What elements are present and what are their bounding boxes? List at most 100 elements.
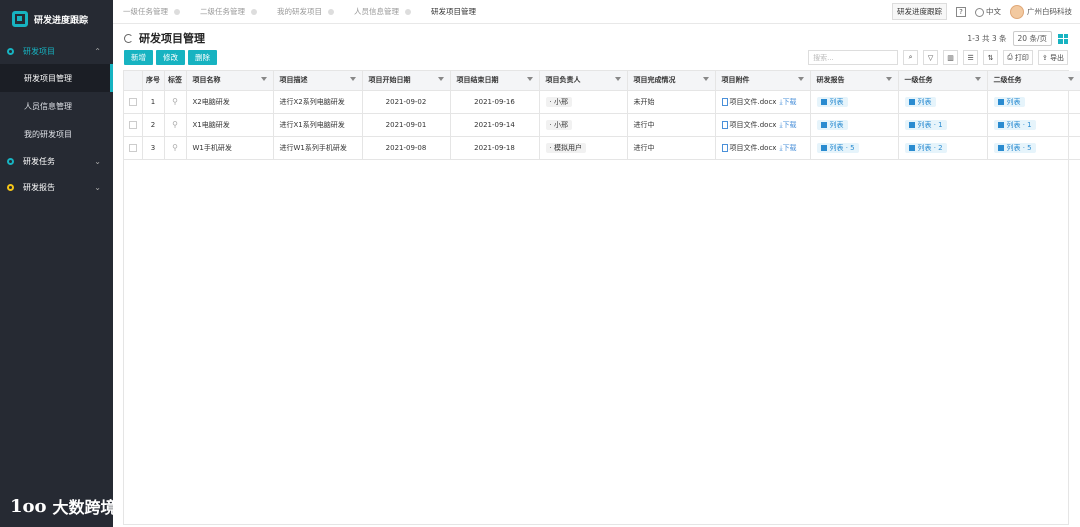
edit-button[interactable]: 修改: [156, 50, 185, 65]
tab-staff[interactable]: 人员信息管理: [344, 0, 421, 24]
row-tag[interactable]: ⚲: [164, 90, 187, 114]
print-label: 打印: [1014, 53, 1029, 62]
header-desc[interactable]: 项目描述: [273, 71, 363, 91]
owner-tag[interactable]: · 小邢: [545, 96, 572, 107]
chart-icon[interactable]: ▥: [943, 50, 959, 65]
tab-level1-tasks[interactable]: 一级任务管理: [113, 0, 190, 24]
task2-list-link[interactable]: 列表 · 1: [993, 119, 1036, 130]
paperclip-icon[interactable]: ⚲: [172, 97, 178, 106]
list-label: 列表 · 5: [829, 143, 855, 152]
header-owner[interactable]: 项目负责人: [539, 71, 628, 91]
row-tag[interactable]: ⚲: [164, 136, 187, 160]
download-link[interactable]: ⤓下载: [779, 144, 796, 152]
sort-icon[interactable]: ⇅: [983, 50, 999, 65]
task1-list-link[interactable]: 列表: [904, 96, 936, 107]
search-icon[interactable]: ⌕: [903, 50, 919, 65]
checkbox[interactable]: [128, 143, 137, 152]
report-list-link[interactable]: 列表: [816, 119, 848, 130]
download-label: 下载: [782, 97, 797, 106]
list-label: 列表 · 1: [917, 120, 943, 129]
tab-level2-tasks[interactable]: 二级任务管理: [190, 0, 267, 24]
export-icon: ⇪: [1041, 53, 1050, 62]
header-report[interactable]: 研发报告: [810, 71, 899, 91]
track-progress-button[interactable]: 研发进度跟踪: [892, 3, 947, 20]
table-row[interactable]: 1 ⚲ X2电脑研发 进行X2系列电脑研发 2021-09-02 2021-09…: [124, 90, 1080, 114]
file-link[interactable]: 项目文件.docx: [730, 144, 777, 152]
sidebar-group-projects[interactable]: 研发项目 ⌃: [0, 38, 113, 64]
tab-my-projects[interactable]: 我的研发项目: [267, 0, 344, 24]
header-start[interactable]: 项目开始日期: [362, 71, 451, 91]
header-label: 项目开始日期: [368, 76, 411, 85]
project-name: X1电脑研发: [186, 113, 274, 137]
close-icon[interactable]: [174, 8, 180, 15]
task2-list-link[interactable]: 列表 · 5: [993, 142, 1036, 153]
sidebar-item-my-projects[interactable]: 我的研发项目: [0, 120, 113, 148]
row-tag[interactable]: ⚲: [164, 113, 187, 137]
header-end[interactable]: 项目结束日期: [450, 71, 540, 91]
table-row[interactable]: 2 ⚲ X1电脑研发 进行X1系列电脑研发 2021-09-01 2021-09…: [124, 113, 1080, 137]
checkbox[interactable]: [128, 120, 137, 129]
header-attachment[interactable]: 项目附件: [715, 71, 811, 91]
page-size-select[interactable]: 20 条/页: [1012, 31, 1052, 46]
app-title: 研发进度跟踪: [34, 15, 89, 26]
header-status[interactable]: 项目完成情况: [627, 71, 716, 91]
search-input[interactable]: 搜索...: [808, 50, 899, 65]
sidebar-group-reports[interactable]: 研发报告 ⌄: [0, 174, 113, 200]
topbar-right: 研发进度跟踪 ? 中文 广州白码科技: [892, 3, 1080, 20]
header-task1[interactable]: 一级任务: [898, 71, 988, 91]
close-icon[interactable]: [251, 8, 257, 15]
paperclip-icon[interactable]: ⚲: [172, 143, 178, 152]
task2-list-link[interactable]: 列表: [993, 96, 1025, 107]
export-button[interactable]: ⇪ 导出: [1037, 50, 1068, 65]
sidebar-group-tasks[interactable]: 研发任务 ⌄: [0, 148, 113, 174]
table-header-row: 序号 标签 项目名称 项目描述 项目开始日期 项目结束日期 项目负责人 项目完成…: [124, 71, 1080, 91]
row-checkbox[interactable]: [124, 113, 143, 137]
pagination: 1-3 共 3 条 20 条/页: [967, 31, 1068, 46]
language-switch[interactable]: 中文: [975, 6, 1001, 17]
print-button[interactable]: ⎙ 打印: [1003, 50, 1033, 65]
owner-tag[interactable]: · 模拟用户: [545, 142, 586, 153]
user-menu[interactable]: 广州白码科技: [1010, 4, 1072, 19]
report-list-link[interactable]: 列表 · 5: [816, 142, 859, 153]
owner-tag[interactable]: · 小邢: [545, 119, 572, 130]
delete-button[interactable]: 删除: [188, 50, 217, 65]
report-list-link[interactable]: 列表: [816, 96, 848, 107]
owner-name: 小邢: [553, 97, 568, 106]
filter-icon[interactable]: ▽: [923, 50, 939, 65]
layout-grid-icon[interactable]: [1058, 33, 1068, 44]
task1-list-link[interactable]: 列表 · 2: [904, 142, 947, 153]
file-link[interactable]: 项目文件.docx: [730, 98, 777, 106]
download-link[interactable]: ⤓下载: [779, 121, 796, 129]
globe-icon: [975, 7, 984, 17]
file-link[interactable]: 项目文件.docx: [730, 121, 777, 129]
refresh-icon[interactable]: [124, 33, 133, 43]
start-date: 2021-09-01: [362, 113, 451, 137]
row-checkbox[interactable]: [124, 136, 143, 160]
tab-label: 二级任务管理: [200, 7, 245, 16]
columns-icon[interactable]: ☰: [963, 50, 979, 65]
chevron-down-icon: ⌄: [94, 182, 101, 192]
sidebar-item-staff-management[interactable]: 人员信息管理: [0, 92, 113, 120]
header-name[interactable]: 项目名称: [186, 71, 274, 91]
company-name: 广州白码科技: [1027, 6, 1072, 16]
list-label: 列表: [917, 97, 932, 106]
sidebar-item-project-management[interactable]: 研发项目管理: [0, 64, 113, 92]
download-link[interactable]: ⤓下载: [779, 98, 796, 106]
table-row[interactable]: 3 ⚲ W1手机研发 进行W1系列手机研发 2021-09-08 2021-09…: [124, 136, 1080, 160]
help-icon[interactable]: ?: [956, 6, 966, 17]
checkbox[interactable]: [128, 97, 137, 106]
close-icon[interactable]: [328, 8, 334, 15]
list-label: 列表: [829, 97, 844, 106]
list-icon: [908, 144, 915, 151]
row-checkbox[interactable]: [124, 90, 143, 114]
group-dot-icon: [7, 47, 14, 55]
app-logo[interactable]: 研发进度跟踪: [0, 0, 113, 38]
task1-list-link[interactable]: 列表 · 1: [904, 119, 947, 130]
task2-cell: 列表 · 1: [987, 113, 1080, 137]
row-no: 2: [142, 113, 165, 137]
paperclip-icon[interactable]: ⚲: [172, 120, 178, 129]
close-icon[interactable]: [405, 8, 411, 15]
tab-project-management[interactable]: 研发项目管理: [421, 0, 486, 24]
header-task2[interactable]: 二级任务: [987, 71, 1080, 91]
add-button[interactable]: 新增: [124, 50, 153, 65]
